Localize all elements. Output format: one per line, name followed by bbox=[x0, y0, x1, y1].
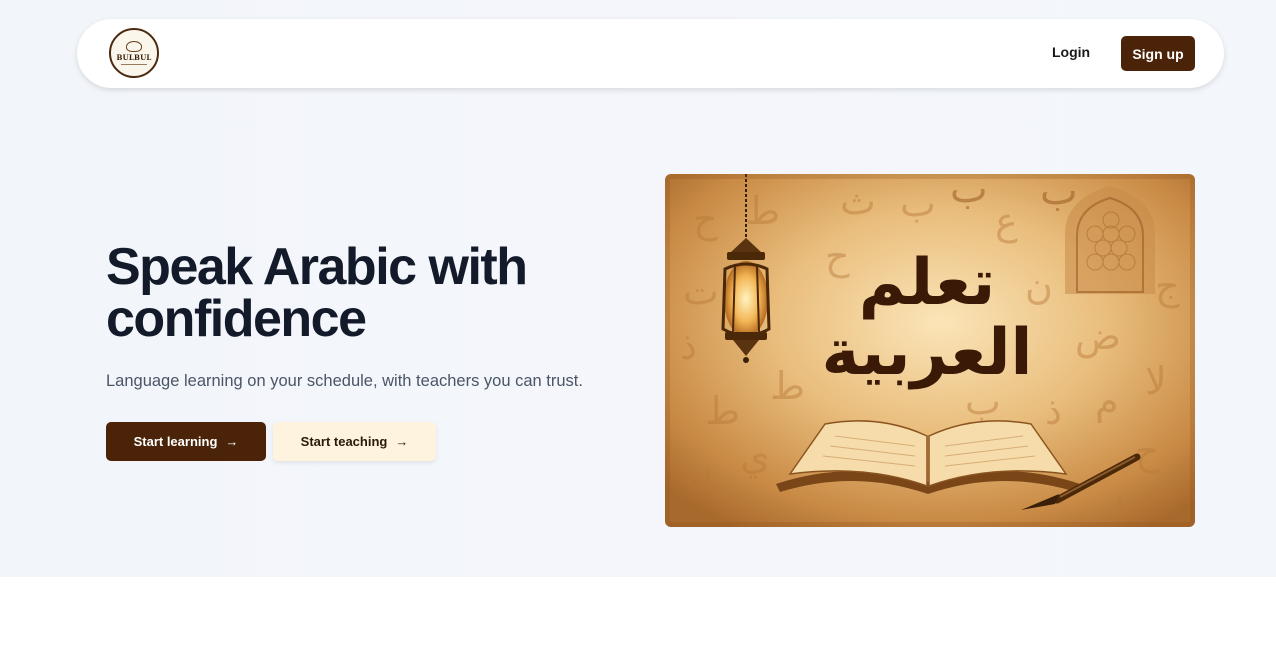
arrow-right-icon: → bbox=[395, 434, 409, 449]
bg-letter: ن bbox=[1025, 264, 1053, 308]
login-link[interactable]: Login bbox=[1052, 44, 1090, 60]
bg-letter: ط bbox=[770, 364, 805, 408]
bg-letter: ح bbox=[1135, 429, 1160, 473]
bg-letter: ث bbox=[840, 179, 876, 223]
logo-divider bbox=[121, 64, 147, 65]
bird-icon bbox=[126, 41, 142, 52]
bg-letter: ذ bbox=[1045, 389, 1062, 433]
bg-letter: ض bbox=[1075, 314, 1121, 359]
hero-title: Speak Arabic with confidence bbox=[106, 238, 528, 348]
bg-letter: ب bbox=[950, 174, 988, 212]
bg-letter: ع bbox=[995, 199, 1018, 243]
start-learning-label: Start learning bbox=[133, 434, 218, 449]
bg-letter: ي bbox=[740, 434, 770, 478]
calligraphy-line-2: العربية bbox=[822, 316, 1033, 390]
calligraphy-line-1: تعلم bbox=[859, 246, 995, 320]
bg-letter: م bbox=[1095, 379, 1119, 423]
hero-subtitle: Language learning on your schedule, with… bbox=[106, 372, 583, 390]
bg-letter: ط bbox=[705, 389, 740, 433]
hero-illustration: ح ط ث ب ع ت ح ذ ط ط ن ي ن ض ذ م ح ج لا ب… bbox=[665, 174, 1195, 527]
arrow-right-icon: → bbox=[225, 434, 239, 449]
logo-text: BULBUL bbox=[116, 53, 152, 62]
bg-letter: ت bbox=[683, 269, 719, 313]
bg-letter: ط bbox=[745, 189, 780, 233]
bg-letter: ب bbox=[1115, 474, 1151, 518]
bg-letter: ح bbox=[825, 234, 850, 278]
bg-letter: ب bbox=[1040, 174, 1078, 214]
bg-letter: ذ bbox=[680, 324, 697, 368]
arabic-learning-illustration: ح ط ث ب ع ت ح ذ ط ط ن ي ن ض ذ م ح ج لا ب… bbox=[665, 174, 1195, 527]
signup-button[interactable]: Sign up bbox=[1121, 36, 1195, 71]
start-teaching-label: Start teaching bbox=[300, 434, 388, 449]
bg-letter: ن bbox=[685, 449, 713, 493]
start-teaching-button[interactable]: Start teaching → bbox=[273, 422, 436, 461]
bg-letter: لا bbox=[1145, 359, 1167, 403]
bg-letter: ح bbox=[693, 197, 718, 241]
bulbul-logo[interactable]: BULBUL bbox=[109, 28, 159, 78]
top-navbar: BULBUL Login Sign up bbox=[77, 19, 1224, 88]
start-learning-button[interactable]: Start learning → bbox=[106, 422, 266, 461]
bg-letter: ج bbox=[1155, 264, 1180, 309]
bg-letter: ب bbox=[900, 181, 936, 225]
